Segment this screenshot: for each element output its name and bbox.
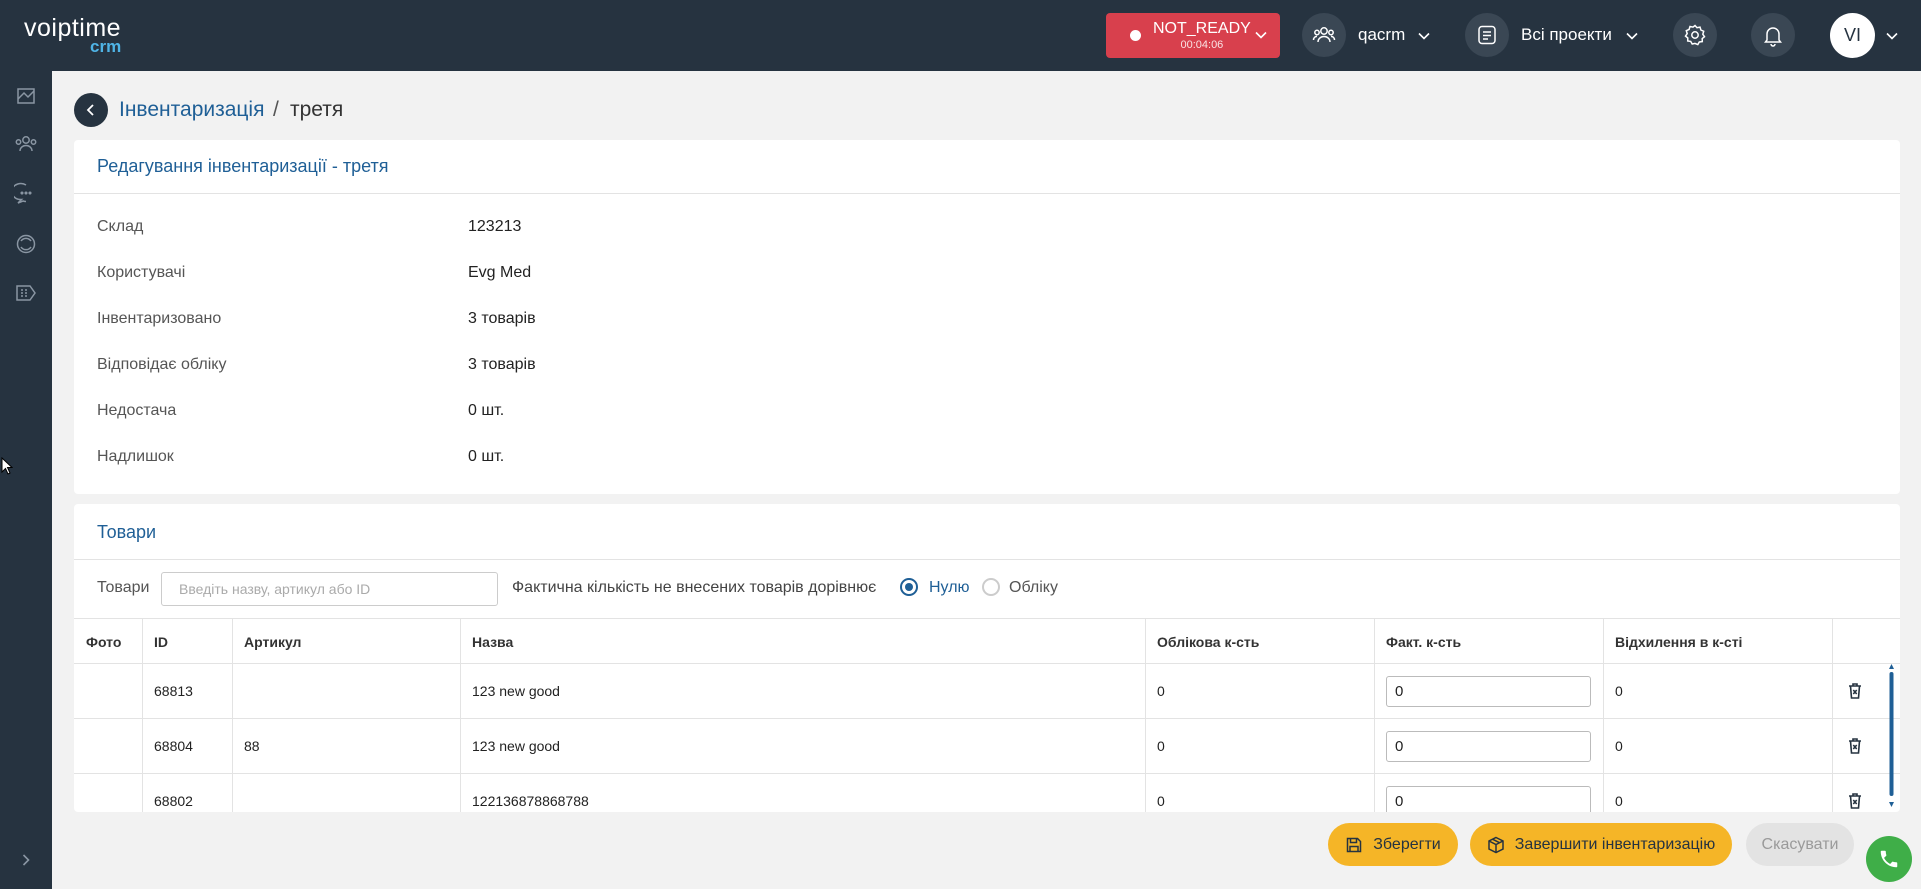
projects-icon[interactable] [1465, 13, 1509, 57]
divider [74, 193, 1900, 194]
column-header-fact-qty[interactable]: Факт. к-сть [1386, 634, 1461, 650]
box-icon [1488, 836, 1504, 853]
chevron-down-icon[interactable] [1625, 29, 1639, 43]
save-disk-icon [1347, 837, 1362, 852]
sidebar-sync-icon[interactable] [13, 231, 39, 257]
team-selector-label[interactable]: qacrm [1358, 25, 1405, 45]
fact-quantity-label: Фактична кількість не внесених товарів д… [512, 579, 877, 596]
divider [74, 559, 1900, 560]
column-header-accounted-qty[interactable]: Облікова к-сть [1157, 634, 1259, 650]
info-value-shortage: 0 шт. [468, 402, 505, 419]
radio-accounting-label[interactable]: Обліку [1009, 579, 1058, 597]
save-button[interactable]: Зберегти [1328, 823, 1458, 866]
table-row: 68813 123 new good 0 0 [74, 664, 1900, 719]
top-bar: voiptime crm NOT_READY 00:04:06 qacrm Вс… [0, 0, 1921, 71]
delete-trash-icon[interactable] [1845, 681, 1865, 701]
call-phone-button[interactable] [1866, 836, 1912, 882]
status-timer: 00:04:06 [1180, 38, 1224, 51]
finish-inventory-button[interactable]: Завершити інвентаризацію [1470, 823, 1732, 866]
cell-name: 123 new good [472, 738, 560, 754]
column-header-name[interactable]: Назва [472, 634, 513, 650]
cell-name: 123 new good [472, 683, 560, 699]
inventory-info-card: Редагування інвентаризації - третя Склад… [74, 140, 1900, 494]
cell-deviation: 0 [1615, 738, 1623, 754]
cell-id: 68813 [154, 683, 193, 699]
cell-id: 68802 [154, 793, 193, 809]
radio-accounting[interactable] [982, 578, 1000, 596]
chevron-down-icon [1255, 31, 1267, 39]
phone-icon [1880, 850, 1898, 868]
cell-deviation: 0 [1615, 793, 1623, 809]
save-button-label: Зберегти [1373, 835, 1441, 853]
info-label-surplus: Надлишок [97, 448, 174, 465]
cancel-button-label: Скасувати [1761, 835, 1839, 853]
agent-status-button[interactable]: NOT_READY 00:04:06 [1106, 13, 1280, 58]
cancel-button[interactable]: Скасувати [1746, 823, 1854, 866]
info-label-shortage: Недостача [97, 402, 177, 419]
app-logo[interactable]: voiptime crm [24, 16, 122, 56]
projects-selector-label[interactable]: Всі проекти [1521, 25, 1612, 45]
column-header-photo[interactable]: Фото [86, 634, 121, 650]
sidebar [0, 71, 52, 889]
info-value-warehouse: 123213 [468, 218, 522, 235]
column-header-deviation[interactable]: Відхилення в к-сті [1615, 634, 1742, 650]
sidebar-inventory-icon[interactable] [13, 280, 39, 306]
chevron-down-icon[interactable] [1885, 29, 1899, 43]
sidebar-expand-chevron-icon[interactable] [13, 847, 39, 873]
cell-article: 88 [244, 738, 260, 754]
cell-accounted-qty: 0 [1157, 738, 1165, 754]
status-label: NOT_READY [1153, 19, 1251, 37]
team-icon[interactable] [1302, 13, 1346, 57]
radio-zero[interactable] [900, 578, 918, 596]
goods-table-header: Фото ID Артикул Назва Облікова к-сть Фак… [74, 618, 1900, 664]
column-header-article[interactable]: Артикул [244, 634, 301, 650]
breadcrumb-separator: / [273, 98, 279, 121]
fact-qty-input[interactable] [1386, 731, 1591, 762]
status-dot-icon [1130, 30, 1141, 41]
info-value-surplus: 0 шт. [468, 448, 505, 465]
sidebar-contacts-icon[interactable] [13, 131, 39, 157]
info-label-matches: Відповідає обліку [97, 356, 227, 373]
radio-zero-label[interactable]: Нулю [929, 579, 970, 597]
goods-search-input[interactable] [161, 572, 498, 606]
table-row: 68804 88 123 new good 0 0 [74, 719, 1900, 774]
breadcrumb-current: третя [290, 98, 344, 121]
info-value-users: Evg Med [468, 264, 532, 281]
card-title: Редагування інвентаризації - третя [97, 156, 389, 176]
cell-deviation: 0 [1615, 683, 1623, 699]
logo-sub-text: crm [90, 37, 122, 56]
cell-id: 68804 [154, 738, 193, 754]
fact-qty-input[interactable] [1386, 676, 1591, 707]
finish-button-label: Завершити інвентаризацію [1514, 835, 1716, 853]
cell-name: 122136878868788 [472, 793, 589, 809]
sidebar-chat-icon[interactable] [13, 181, 39, 207]
info-label-warehouse: Склад [97, 218, 144, 235]
back-button[interactable] [74, 93, 108, 127]
goods-card-title: Товари [97, 522, 157, 542]
column-header-id[interactable]: ID [154, 634, 168, 650]
cell-accounted-qty: 0 [1157, 793, 1165, 809]
info-label-inventoried: Інвентаризовано [97, 310, 222, 327]
fact-qty-input[interactable] [1386, 786, 1591, 812]
user-avatar[interactable]: VI [1830, 13, 1875, 58]
delete-trash-icon[interactable] [1845, 736, 1865, 756]
info-label-users: Користувачі [97, 264, 186, 281]
table-scrollbar[interactable] [1889, 664, 1894, 808]
breadcrumb-parent-link[interactable]: Інвентаризація [119, 98, 264, 122]
info-value-matches: 3 товарів [468, 356, 536, 373]
chevron-down-icon[interactable] [1417, 29, 1431, 43]
notifications-bell-icon[interactable] [1751, 13, 1795, 57]
settings-gear-icon[interactable] [1673, 13, 1717, 57]
cell-accounted-qty: 0 [1157, 683, 1165, 699]
delete-trash-icon[interactable] [1845, 791, 1865, 811]
mouse-cursor-icon [1, 457, 13, 475]
table-row: 68802 122136878868788 0 0 [74, 774, 1900, 812]
goods-filter-label: Товари [97, 579, 150, 596]
sidebar-dashboard-icon[interactable] [13, 83, 39, 109]
goods-card: Товари Товари Фактична кількість не внес… [74, 504, 1900, 812]
chevron-left-icon [86, 104, 94, 116]
info-value-inventoried: 3 товарів [468, 310, 536, 327]
